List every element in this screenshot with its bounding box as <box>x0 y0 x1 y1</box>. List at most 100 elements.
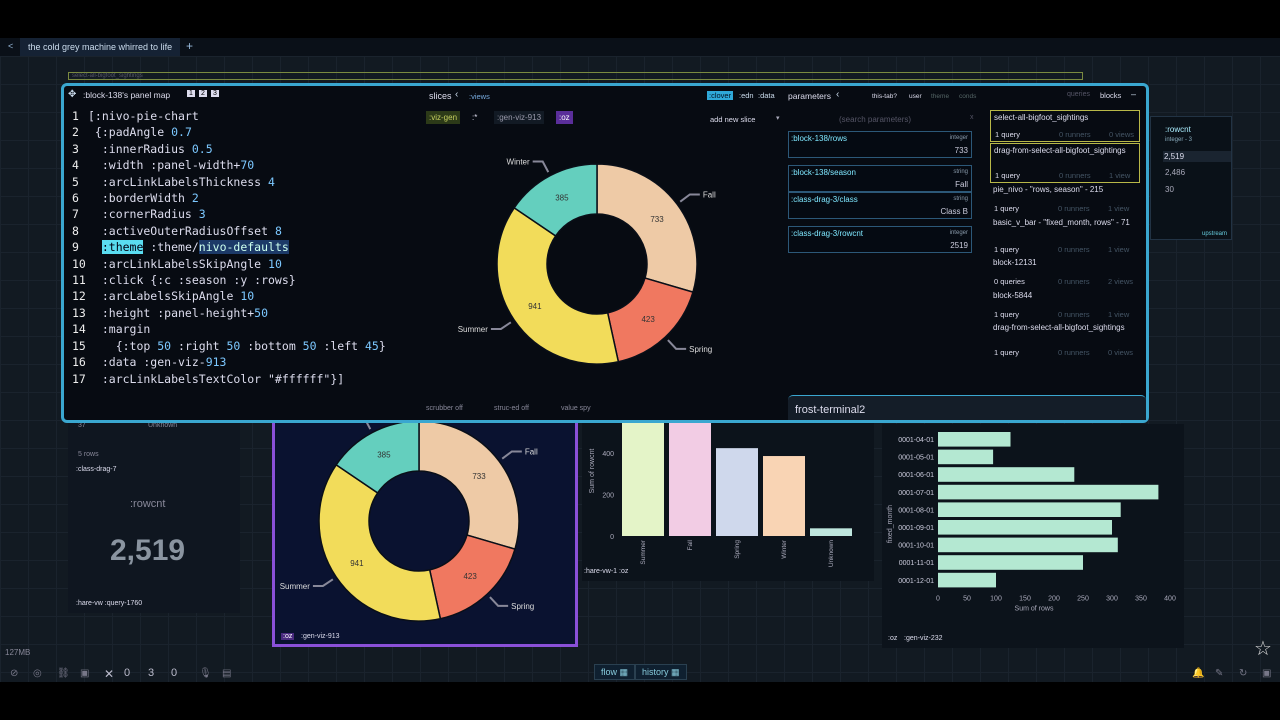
block-item[interactable]: block-5844 1 query 0 runners 1 view <box>990 289 1140 321</box>
tab-user[interactable]: user <box>909 93 922 100</box>
tab-title[interactable]: the cold grey machine whirred to life <box>20 38 181 56</box>
code-line[interactable]: 7 :cornerRadius 3 <box>72 206 386 222</box>
parameter-card[interactable]: :block-138/season string Fall <box>788 165 972 192</box>
code-line[interactable]: 11 :click {:c :season :y :rows} <box>72 272 386 288</box>
chevron-left-icon-2[interactable]: ‹ <box>836 89 839 100</box>
side-rowcnt-panel[interactable]: :rowcnt integer - 3 2,519 2,486 30 upstr… <box>1150 116 1232 240</box>
pie-category-label: Fall <box>525 447 538 456</box>
code-text: [:nivo-pie-chart <box>88 109 199 123</box>
code-line[interactable]: 17 :arcLinkLabelsTextColor "#ffffff"}] <box>72 371 386 387</box>
save-icon[interactable]: ▣ <box>1262 668 1271 679</box>
new-tab-button[interactable]: + <box>186 39 193 53</box>
badge-1[interactable]: 1 <box>187 90 195 97</box>
badge-2[interactable]: 2 <box>199 90 207 97</box>
tab-edn[interactable]: :edn <box>739 91 754 100</box>
pie-link <box>312 578 334 588</box>
code-line[interactable]: 16 :data :gen-viz-913 <box>72 354 386 370</box>
add-slice-dropdown[interactable]: add new slice <box>710 115 755 124</box>
refresh-icon[interactable]: ↻ <box>1239 668 1247 679</box>
tab-theme[interactable]: theme <box>931 93 949 100</box>
minimize-icon[interactable]: – <box>1131 89 1136 99</box>
code-line[interactable]: 1 [:nivo-pie-chart <box>72 108 386 124</box>
block-item[interactable]: drag-from-select-all-bigfoot_sightings 1 … <box>990 143 1140 183</box>
bell-icon[interactable]: 🔔 <box>1192 668 1204 679</box>
code-line[interactable]: 2 {:padAngle 0.7 <box>72 124 386 140</box>
hbar-tick-label: 0001-12-01 <box>898 578 934 585</box>
eye-off-icon[interactable]: ◎ <box>33 668 42 679</box>
image-icon[interactable]: ▣ <box>80 668 89 679</box>
code-line[interactable]: 10 :arcLinkLabelsSkipAngle 10 <box>72 256 386 272</box>
block-item[interactable]: select-all-bigfoot_sightings 1 query 0 run… <box>990 110 1140 142</box>
block-name: drag-from-select-all-bigfoot_sightings <box>993 323 1125 332</box>
tab-queries[interactable]: queries <box>1067 91 1090 98</box>
wifi-off-icon[interactable]: ⊘ <box>10 668 18 679</box>
parameter-card[interactable]: :block-138/rows integer 733 <box>788 131 972 158</box>
star-icon[interactable]: ☆ <box>1254 636 1272 661</box>
move-icon[interactable]: ✥ <box>68 89 76 100</box>
rowcnt-panel[interactable]: 37 Unknown 5 rows :class-drag-7 :rowcnt … <box>68 418 240 613</box>
parameter-card[interactable]: :class-drag-3/rowcnt integer 2519 <box>788 226 972 253</box>
tab-oz[interactable]: :oz <box>556 111 573 124</box>
block-item[interactable]: drag-from-select-all-bigfoot_sightings 1 … <box>990 321 1140 359</box>
pie-panel[interactable]: 733Fall423Spring941Summer385Winter :oz :… <box>272 421 578 647</box>
badge-3[interactable]: 3 <box>211 90 219 97</box>
code-line[interactable]: 4 :width :panel-width+70 <box>72 157 386 173</box>
block-editor-panel[interactable]: ✥ :block-138's panel map 1 2 3 1 [:nivo-p… <box>61 83 1149 423</box>
caret-down-icon[interactable]: ▾ <box>776 114 780 122</box>
code-line[interactable]: 14 :margin <box>72 321 386 337</box>
oz-tag: :oz <box>281 633 295 640</box>
code-text: :arcLinkLabelsSkipAngle 10 <box>88 256 282 271</box>
tab-gen-viz-913[interactable]: :gen-viz-913 <box>494 111 545 124</box>
parameter-type: string <box>953 169 968 175</box>
chat-icon[interactable]: ▤ <box>222 668 231 679</box>
code-text: :margin <box>88 322 151 337</box>
parameter-card[interactable]: :class-drag-3/class string Class B <box>788 192 972 219</box>
struc-ed-toggle[interactable]: struc-ed off <box>494 405 529 412</box>
block-item[interactable]: basic_v_bar - "fixed_month, rows" - 71 1 … <box>990 216 1140 256</box>
svg-text:250: 250 <box>1077 595 1089 602</box>
tab-blocks[interactable]: blocks <box>1100 91 1121 100</box>
tab-clover[interactable]: :clover <box>707 91 734 100</box>
microphone-icon[interactable]: 🎙 <box>199 668 212 679</box>
views-link[interactable]: :views <box>469 92 490 101</box>
code-line[interactable]: 12 :arcLabelsSkipAngle 10 <box>72 288 386 304</box>
hbar <box>938 467 1075 482</box>
pie-link <box>490 321 512 331</box>
code-line[interactable]: 13 :height :panel-height+50 <box>72 305 386 321</box>
pie-chart[interactable]: 733 Fall 423 Spring 941 Summer 385 Winter <box>425 134 725 374</box>
back-button[interactable]: < <box>8 41 13 51</box>
hbar <box>938 537 1118 553</box>
history-button[interactable]: history ▦ <box>635 664 687 680</box>
pie-value-label: 423 <box>641 315 655 324</box>
flow-button[interactable]: flow ▦ <box>594 664 636 680</box>
hbar <box>938 449 994 465</box>
hbar-panel[interactable]: fixed_month 0001-04-01 0001-05-01 0001-06-0… <box>882 424 1184 648</box>
tab-this-tab[interactable]: this-tab? <box>872 93 897 100</box>
palette-icon[interactable]: ✎ <box>1215 668 1223 679</box>
code-editor[interactable]: 1 [:nivo-pie-chart 2 {:padAngle 0.7 3 :inne… <box>72 108 386 387</box>
block-name: pie_nivo - "rows, season" - 215 <box>993 185 1104 194</box>
search-parameters-input[interactable]: (search parameters) <box>839 115 911 124</box>
svg-text:400: 400 <box>602 451 614 458</box>
tab-data[interactable]: :data <box>758 91 775 100</box>
code-line[interactable]: 5 :arcLinkLabelsThickness 4 <box>72 174 386 190</box>
scrubber-toggle[interactable]: scrubber off <box>426 405 463 412</box>
block-stat: 1 view <box>1108 245 1130 254</box>
terminal-tab[interactable]: frost-terminal2 <box>788 395 1146 420</box>
code-line[interactable]: 3 :innerRadius 0.5 <box>72 141 386 157</box>
value-spy-toggle[interactable]: value spy <box>561 405 591 412</box>
tab-conds[interactable]: conds <box>959 93 976 100</box>
chevron-left-icon[interactable]: ‹ <box>455 89 458 100</box>
close-icon[interactable]: ✕ <box>104 667 114 681</box>
block-item[interactable]: block-12131 0 queries 0 runners 2 views <box>990 256 1140 288</box>
code-line[interactable]: 8 :activeOuterRadiusOffset 8 <box>72 223 386 239</box>
clear-search-button[interactable]: x <box>970 114 974 121</box>
block-stat: 1 query <box>994 348 1020 357</box>
code-line[interactable]: 15 {:top 50 :right 50 :bottom 50 :left 4… <box>72 338 386 354</box>
link-off-icon[interactable]: ⛓ <box>57 668 70 679</box>
code-line[interactable]: 9 :theme :theme/nivo-defaults <box>72 239 386 255</box>
tab-star[interactable]: :* <box>472 113 477 122</box>
block-item[interactable]: pie_nivo - "rows, season" - 215 1 query 0 … <box>990 183 1140 215</box>
tab-viz-gen[interactable]: :viz-gen <box>426 111 461 124</box>
code-line[interactable]: 6 :borderWidth 2 <box>72 190 386 206</box>
